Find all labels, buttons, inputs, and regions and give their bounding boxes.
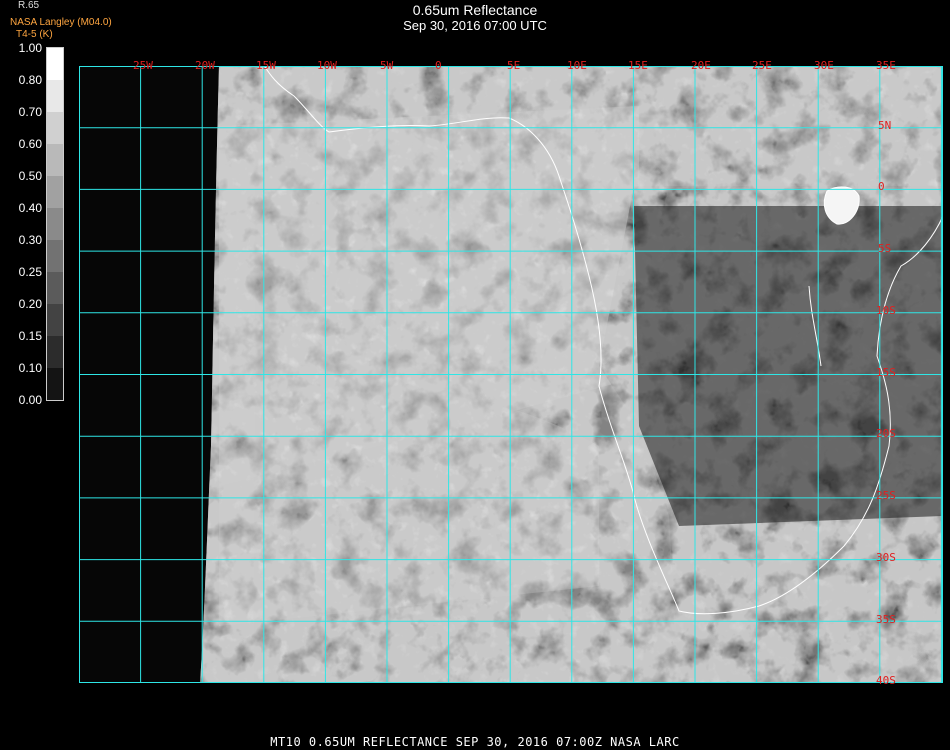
latitude-label: 20S [876,427,896,440]
longitude-label: 25W [133,59,153,72]
longitude-label: 5E [507,59,521,72]
latitude-label: 15S [876,366,896,379]
colorbar-segment [47,80,63,112]
colorbar-segment [47,112,63,144]
colorbar-tick-label: 0.25 [18,265,42,279]
colorbar-segment [47,144,63,176]
credit-product: T4-5 (K) [16,29,53,40]
latitude-label: 5S [878,242,892,255]
latitude-label: 40S [876,674,896,687]
colorbar-tick-label: 0.15 [18,329,42,343]
colorbar-segment [47,304,63,336]
satellite-map [79,66,943,683]
colorbar-segment [47,368,63,400]
footer-caption: MT10 0.65UM REFLECTANCE SEP 30, 2016 07:… [270,735,680,749]
colorbar-tick-label: 0.60 [18,137,42,151]
colorbar-segment [47,336,63,368]
latitude-label: 25S [876,489,896,502]
legend-unit: R.65 [18,0,40,11]
longitude-label: 10E [567,59,587,72]
longitude-label: 20W [195,59,215,72]
colorbar [46,47,64,401]
longitude-label: 0 [435,59,442,72]
longitude-label: 5W [380,59,394,72]
latitude-label: 0 [878,180,885,193]
longitude-label: 10W [317,59,337,72]
colorbar-tick-label: 0.00 [18,393,42,407]
image-timestamp: Sep 30, 2016 07:00 UTC [403,18,547,33]
colorbar-tick-label: 0.10 [18,361,42,375]
colorbar-tick-label: 0.80 [18,73,42,87]
title-block: 0.65um Reflectance Sep 30, 2016 07:00 UT… [0,2,950,33]
colorbar-segment [47,176,63,208]
longitude-label: 35E [876,59,896,72]
map-svg [79,66,943,683]
longitude-label: 20E [691,59,711,72]
longitude-label: 15W [256,59,276,72]
colorbar-segment [47,48,63,80]
colorbar-tick-label: 0.20 [18,297,42,311]
image-title: 0.65um Reflectance [412,2,538,18]
colorbar-segment [47,240,63,272]
latitude-label: 5N [878,119,892,132]
latitude-label: 30S [876,551,896,564]
longitude-label: 25E [752,59,772,72]
colorbar-tick-label: 0.40 [18,201,42,215]
colorbar-tick-label: 0.30 [18,233,42,247]
latitude-label: 35S [876,613,896,626]
longitude-label: 15E [628,59,648,72]
colorbar-tick-label: 0.50 [18,169,42,183]
colorbar-segment [47,272,63,304]
latitude-label: 10S [876,304,896,317]
colorbar-segment [47,208,63,240]
credit-source: NASA Langley (M04.0) [10,17,112,28]
credit: NASA Langley (M04.0) T4-5 (K) [10,17,112,41]
colorbar-tick-label: 0.70 [18,105,42,119]
colorbar-tick-label: 1.00 [18,41,42,55]
longitude-label: 30E [814,59,834,72]
